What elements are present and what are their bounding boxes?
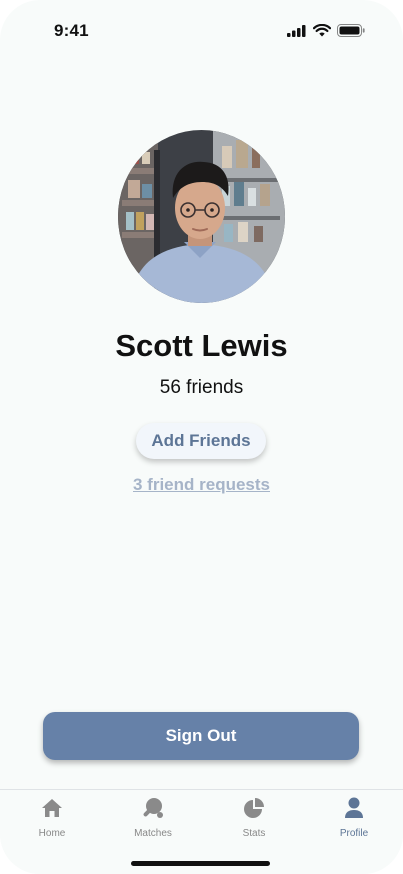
tab-stats-label: Stats xyxy=(242,828,266,839)
signal-icon xyxy=(287,24,306,37)
status-icons xyxy=(287,24,365,37)
pie-chart-icon xyxy=(242,796,266,820)
tab-matches-label: Matches xyxy=(134,828,172,839)
home-indicator[interactable] xyxy=(131,861,270,866)
battery-icon xyxy=(337,24,365,37)
ping-pong-icon xyxy=(141,796,165,820)
phone-screen: 9:41 Scott Lewis 56 friends Add Friends … xyxy=(0,0,403,874)
tab-home[interactable]: Home xyxy=(12,796,92,840)
tab-home-label: Home xyxy=(38,828,66,839)
tab-stats[interactable]: Stats xyxy=(214,796,294,840)
status-bar: 9:41 xyxy=(0,0,403,60)
friend-requests-link[interactable]: 3 friend requests xyxy=(133,475,270,494)
home-icon xyxy=(40,796,64,820)
add-friends-button[interactable]: Add Friends xyxy=(136,423,266,459)
status-time: 9:41 xyxy=(54,21,89,40)
profile-avatar xyxy=(118,130,285,303)
wifi-icon xyxy=(313,24,331,37)
sign-out-button[interactable]: Sign Out xyxy=(43,712,359,760)
profile-name: Scott Lewis xyxy=(115,328,288,363)
tab-profile[interactable]: Profile xyxy=(314,796,394,840)
friend-count: 56 friends xyxy=(159,377,244,398)
friend-requests-row: 3 friend requests xyxy=(0,475,403,495)
tab-profile-label: Profile xyxy=(339,828,369,839)
person-icon xyxy=(342,796,366,820)
tab-matches[interactable]: Matches xyxy=(113,796,193,840)
